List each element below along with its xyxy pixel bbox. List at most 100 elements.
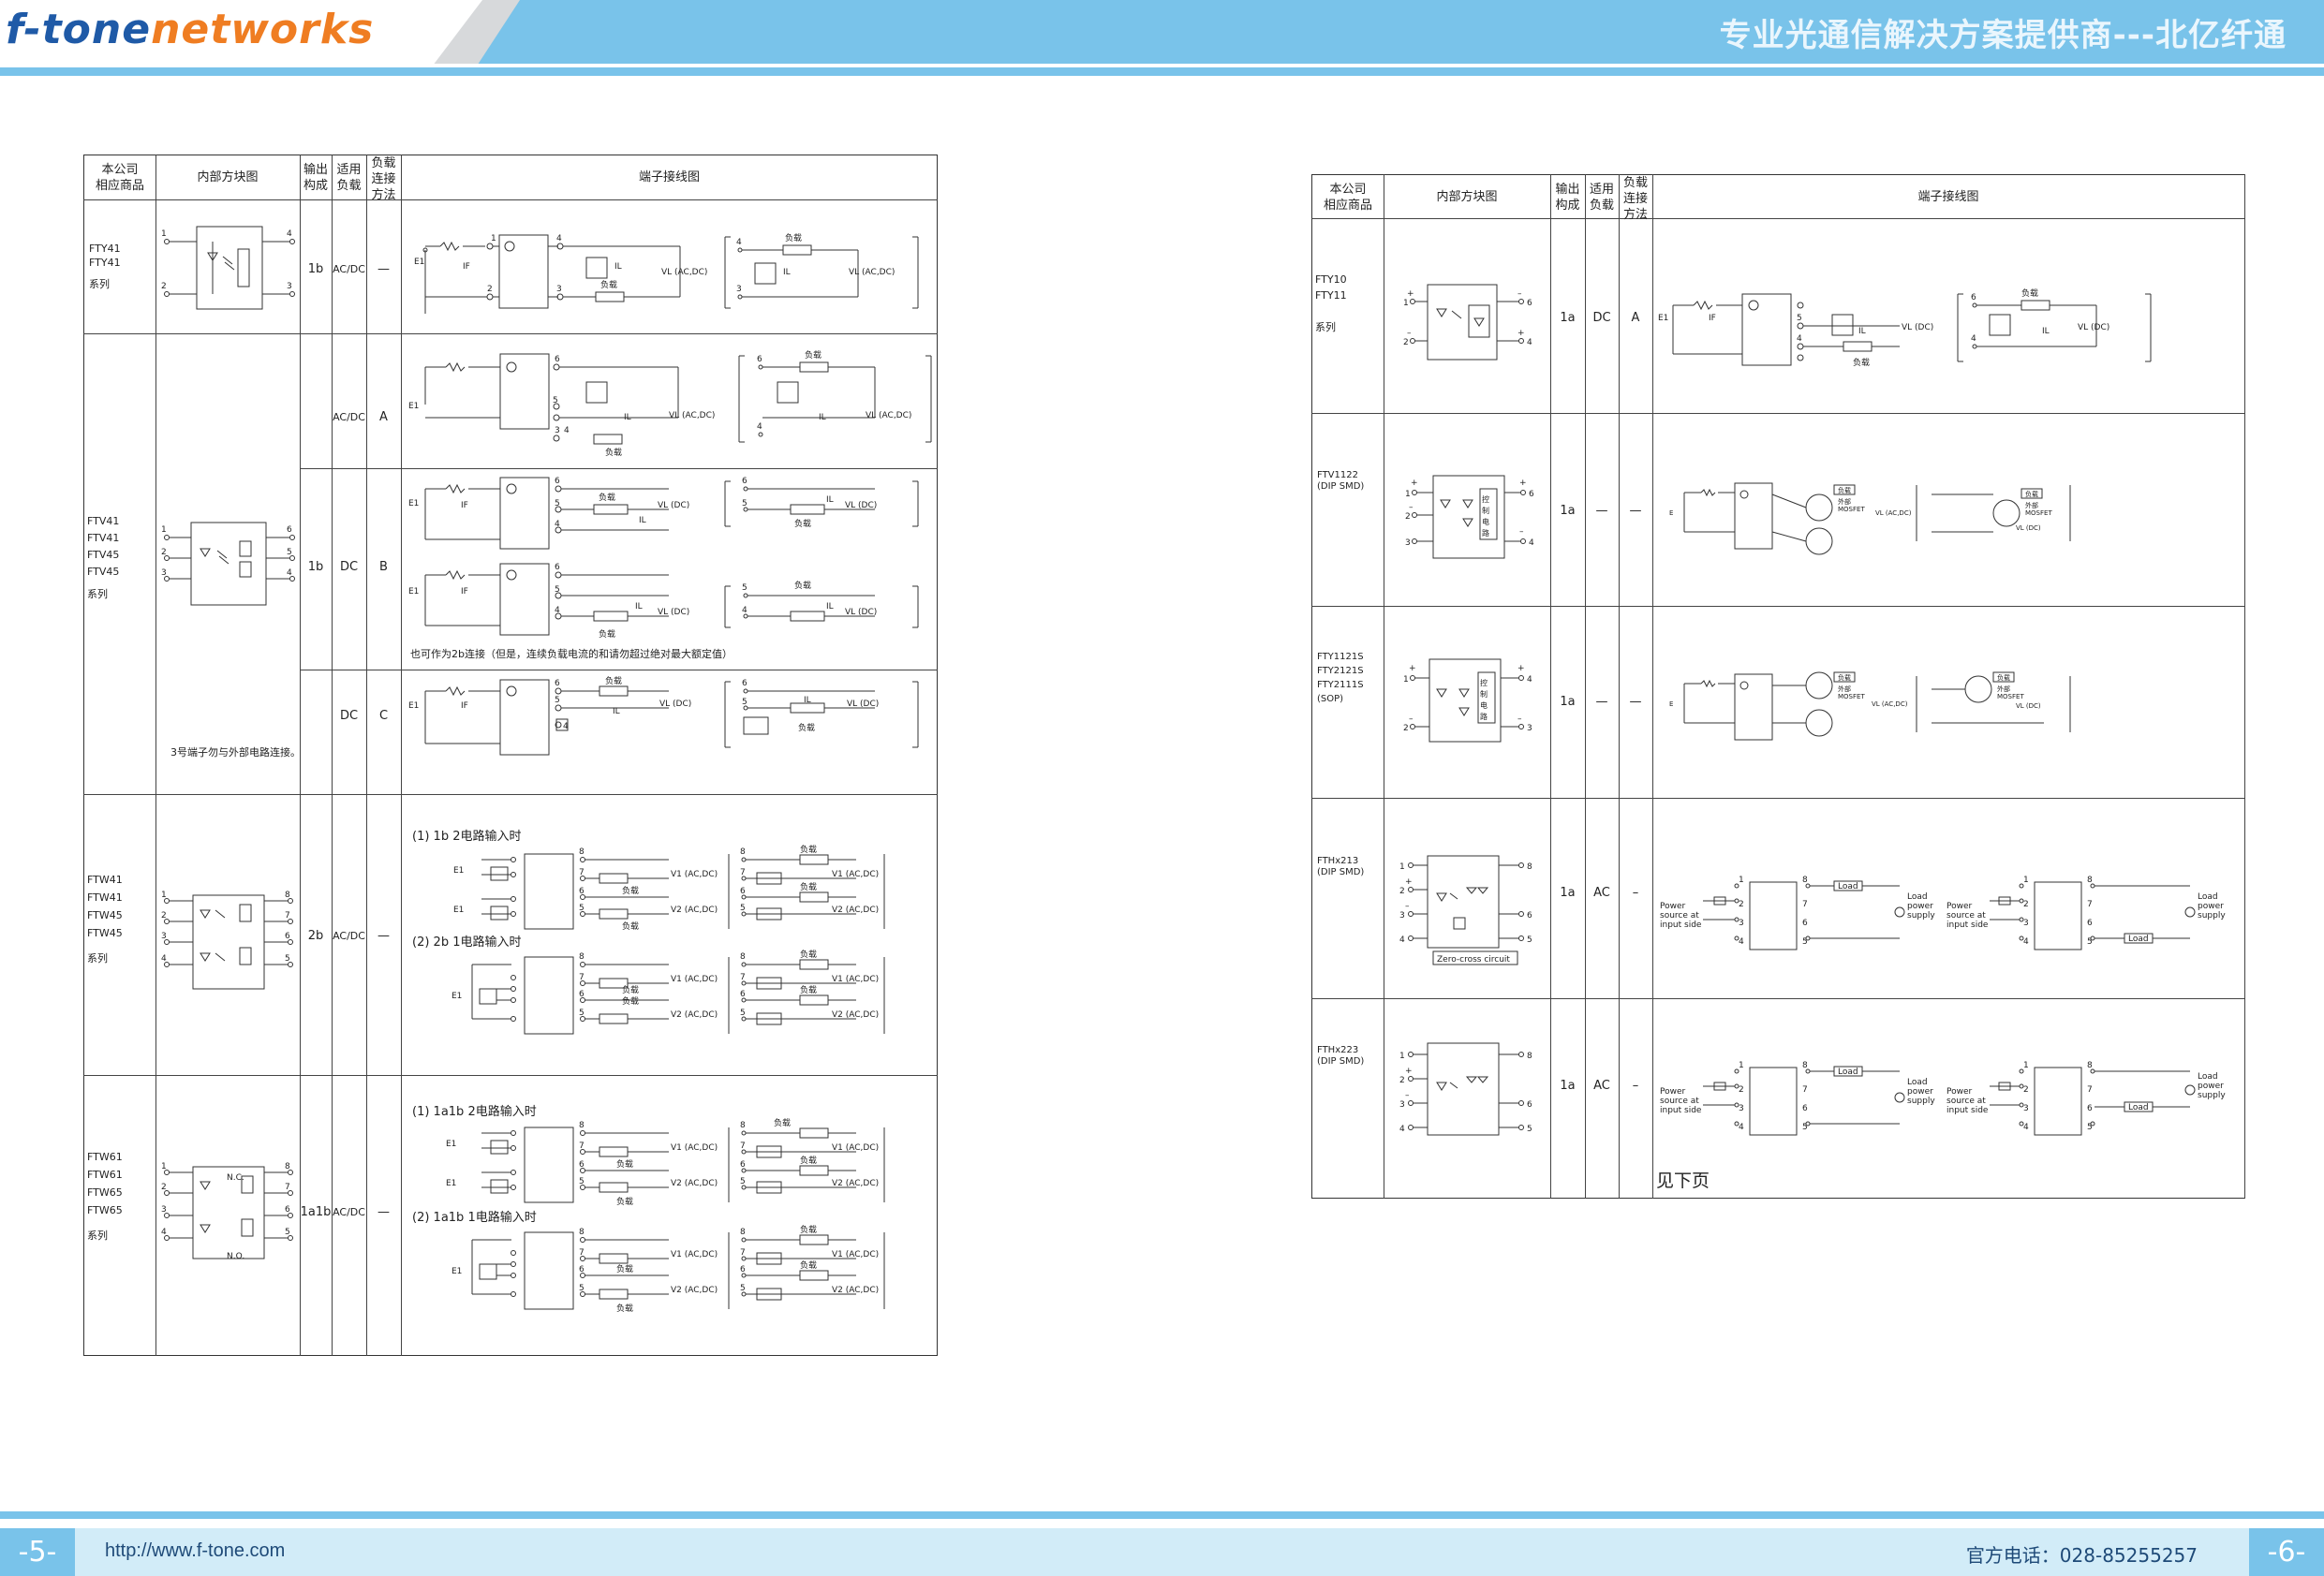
svg-text:1: 1 — [161, 1162, 167, 1171]
r-row4-output: 1a — [1560, 886, 1576, 900]
svg-text:负载: 负载 — [794, 580, 811, 591]
svg-text:3: 3 — [1399, 911, 1405, 921]
svg-text:6: 6 — [740, 1160, 746, 1170]
svg-text:负载: 负载 — [800, 881, 817, 892]
svg-text:IL: IL — [639, 516, 646, 525]
row2a-wiring-diagram: 653 4 E1 IL VL (AC,DC) 负载 64负载 IL VL (AC,DC… — [408, 349, 932, 458]
svg-text:8: 8 — [579, 1228, 585, 1237]
svg-text:3: 3 — [161, 568, 167, 578]
svg-text:4: 4 — [563, 722, 569, 731]
svg-text:6: 6 — [579, 1160, 585, 1170]
svg-text:8: 8 — [1527, 862, 1532, 872]
svg-text:3: 3 — [2023, 1104, 2029, 1113]
svg-text:V2 (AC,DC): V2 (AC,DC) — [832, 906, 879, 915]
svg-text:IF: IF — [461, 501, 468, 510]
svg-text:4: 4 — [1527, 338, 1532, 347]
svg-text:7: 7 — [740, 1248, 746, 1258]
svg-text:4: 4 — [1739, 937, 1744, 947]
r-row4-wiring-diagram-2: Powersource atinput side Load Loadpowers… — [1947, 876, 2226, 950]
header-slogan: 专业光通信解决方案提供商---北亿纤通 — [1719, 17, 2287, 54]
svg-text:5: 5 — [555, 696, 560, 705]
svg-text:source at: source at — [1660, 1097, 1699, 1106]
svg-text:2: 2 — [1739, 1085, 1744, 1095]
svg-text:6: 6 — [1527, 299, 1532, 308]
svg-text:7: 7 — [2087, 1085, 2093, 1095]
svg-text:负载: 负载 — [774, 1117, 791, 1128]
svg-text:4: 4 — [556, 234, 562, 243]
svg-text:E1: E1 — [408, 587, 419, 597]
r-row4-products: FTHx213 (DIP SMD) — [1317, 856, 1365, 877]
row4-wiring-diagram-2: E1 8765 负载负载 V1 (AC,DC)V2 (AC,DC) 8765 负… — [451, 1224, 885, 1314]
svg-text:3: 3 — [2023, 919, 2029, 928]
svg-text:+: + — [1517, 329, 1525, 338]
svg-text:+: + — [1409, 664, 1416, 673]
svg-text:负载: 负载 — [800, 1155, 817, 1166]
svg-text:IF: IF — [463, 262, 470, 272]
svg-text:4: 4 — [1399, 1125, 1405, 1134]
svg-text:6: 6 — [579, 1265, 585, 1274]
row3-output: 2b — [307, 929, 324, 943]
svg-text:4: 4 — [2023, 937, 2029, 947]
svg-text:VL (DC): VL (DC) — [845, 608, 877, 617]
svg-text:Load: Load — [2198, 892, 2218, 902]
svg-text:5: 5 — [579, 1177, 585, 1186]
svg-text:5: 5 — [555, 585, 560, 595]
footer-url[interactable]: http://www.f-tone.com — [105, 1540, 285, 1562]
svg-text:Zero-cross circuit: Zero-cross circuit — [1437, 955, 1510, 965]
footer-phone: 官方电话：028-85255257 — [1965, 1544, 2198, 1567]
svg-text:7: 7 — [740, 1141, 746, 1151]
svg-text:V2 (AC,DC): V2 (AC,DC) — [832, 1010, 879, 1020]
svg-text:7: 7 — [1802, 1085, 1808, 1095]
svg-text:6: 6 — [555, 679, 560, 688]
r-row5-wiring-diagram-1: Powersource atinput side Load Loadpowers… — [1660, 1061, 1935, 1136]
svg-text:5: 5 — [579, 1284, 585, 1293]
svg-text:5: 5 — [1802, 937, 1808, 947]
svg-text:VL (AC,DC): VL (AC,DC) — [661, 268, 707, 277]
svg-text:6: 6 — [285, 1205, 290, 1215]
svg-text:V2 (AC,DC): V2 (AC,DC) — [671, 1010, 718, 1020]
svg-text:制: 制 — [1482, 506, 1489, 515]
svg-text:8: 8 — [285, 1162, 290, 1171]
r-row5-load: AC — [1593, 1079, 1610, 1093]
svg-text:6: 6 — [740, 990, 746, 999]
svg-text:5: 5 — [1802, 1123, 1808, 1132]
header-load: 适用 负载 — [336, 163, 362, 193]
svg-text:N.O.: N.O. — [227, 1252, 244, 1261]
svg-text:5: 5 — [2087, 1123, 2093, 1132]
svg-text:路: 路 — [1480, 712, 1488, 721]
svg-text:7: 7 — [285, 1183, 290, 1192]
row2-output: 1b — [307, 560, 324, 574]
svg-text:supply: supply — [1907, 911, 1935, 921]
svg-text:3: 3 — [1405, 538, 1411, 548]
row2-block-note: 3号端子勿与外部电路连接。 — [170, 746, 301, 759]
svg-text:6: 6 — [285, 932, 290, 941]
page-number-left: -5- — [0, 1528, 75, 1576]
svg-text:2: 2 — [1403, 338, 1409, 347]
svg-text:IL: IL — [826, 495, 834, 505]
svg-text:5: 5 — [579, 1009, 585, 1018]
svg-text:E1: E1 — [446, 1140, 456, 1149]
r-row2-output: 1a — [1560, 504, 1576, 518]
r-row5-method: – — [1632, 1079, 1639, 1093]
svg-text:E1: E1 — [453, 906, 464, 915]
svg-text:E1: E1 — [1658, 314, 1668, 323]
svg-text:VL (DC): VL (DC) — [847, 700, 879, 709]
svg-text:+: + — [1517, 664, 1525, 673]
svg-text:6: 6 — [740, 887, 746, 896]
svg-text:4: 4 — [757, 422, 762, 432]
svg-text:外部: 外部 — [1838, 685, 1851, 693]
row2a-method: A — [379, 410, 388, 424]
svg-text:8: 8 — [579, 1121, 585, 1130]
r-header-load: 适用 负载 — [1589, 183, 1614, 213]
svg-text:V1 (AC,DC): V1 (AC,DC) — [832, 1143, 879, 1153]
svg-text:5: 5 — [2087, 937, 2093, 947]
svg-text:–: – — [1409, 714, 1414, 724]
row1-block-diagram: 1 4 2 3 — [161, 226, 295, 310]
svg-text:N.C.: N.C. — [227, 1173, 244, 1183]
row4-output: 1a1b — [300, 1205, 332, 1219]
svg-text:1: 1 — [1739, 876, 1744, 885]
svg-text:Load: Load — [1907, 1078, 1928, 1087]
svg-text:Load: Load — [1907, 892, 1928, 902]
svg-text:6: 6 — [287, 525, 292, 535]
r-row3-products: FTY1121S FTY2121S FTY2111S (SOP) — [1317, 652, 1364, 704]
